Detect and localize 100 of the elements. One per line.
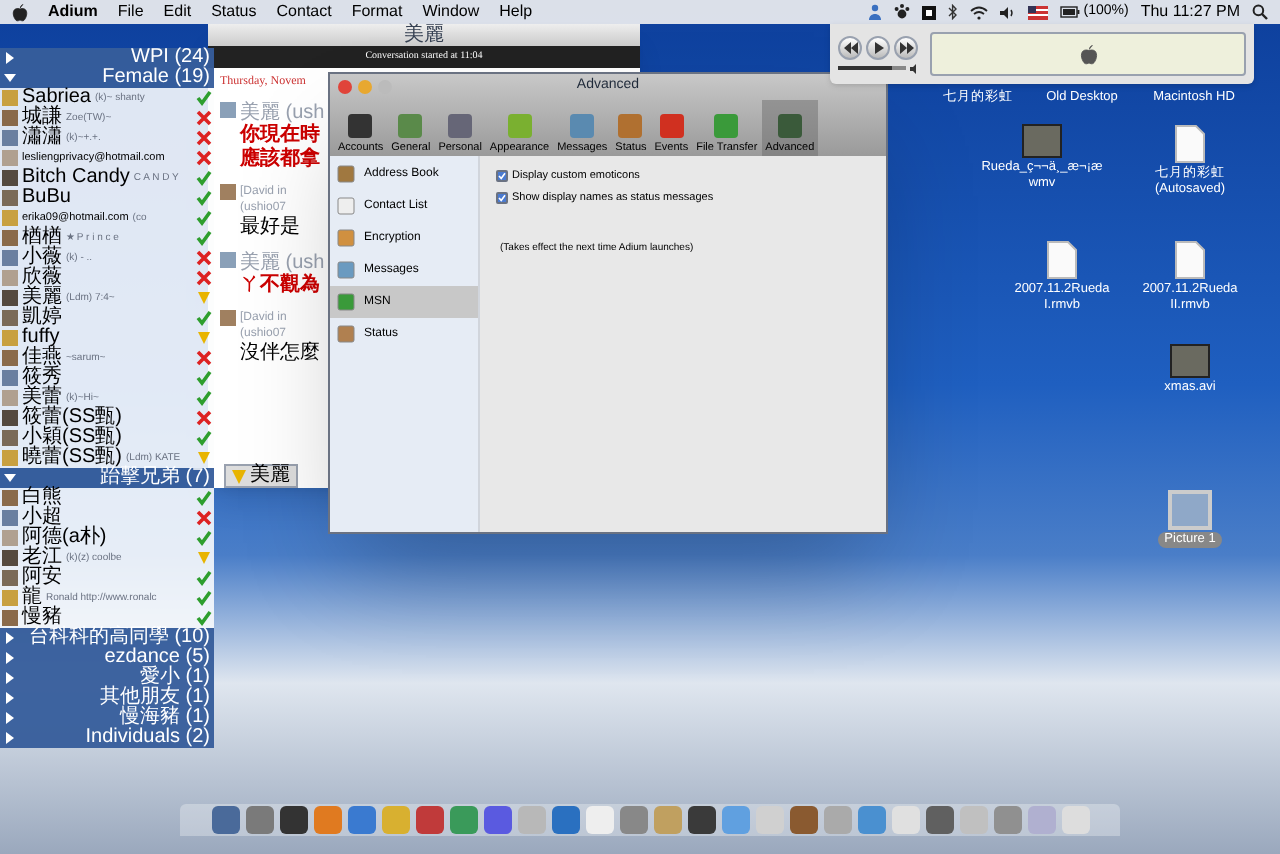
contact-name: 楢楢 xyxy=(22,228,62,248)
group-header[interactable]: 慢海豬 (1) xyxy=(0,708,214,728)
contact-row[interactable]: BuBu xyxy=(0,188,214,208)
group-header[interactable]: 其他朋友 (1) xyxy=(0,688,214,708)
group-name: 跆擊兄弟 (7) xyxy=(100,468,210,488)
search-icon[interactable] xyxy=(1252,4,1268,20)
bluetooth-icon[interactable] xyxy=(947,4,958,20)
dock-app-icon[interactable] xyxy=(789,806,817,834)
message-text: 應該都拿 xyxy=(240,148,322,172)
avatar-placeholder xyxy=(220,310,236,326)
next-button[interactable] xyxy=(894,35,918,59)
video-thumbnail-placeholder xyxy=(1022,124,1062,158)
previous-button[interactable] xyxy=(838,35,862,59)
group-header[interactable]: 愛小 (1) xyxy=(0,668,214,688)
menu-item[interactable]: Status xyxy=(211,2,257,22)
speaker-icon[interactable] xyxy=(999,5,1016,19)
dock-app-icon[interactable] xyxy=(687,806,715,834)
preference-pane-icon xyxy=(396,112,425,140)
sender-name: 美麗 (ush xyxy=(240,252,325,274)
checkbox[interactable] xyxy=(496,170,508,183)
contact-name: 美麗 xyxy=(22,288,62,308)
battery-icon[interactable] xyxy=(1059,6,1080,18)
sender-name: 美麗 (ush xyxy=(240,102,325,124)
chat-tab[interactable]: 美麗 xyxy=(224,464,298,488)
play-icon xyxy=(871,41,885,53)
contact-name: 白熊 xyxy=(22,488,62,508)
checkbox[interactable] xyxy=(496,192,508,205)
paw-icon[interactable] xyxy=(893,4,910,20)
group-header[interactable]: ezdance (5) xyxy=(0,648,214,668)
apple-logo-icon xyxy=(1079,43,1097,65)
disclosure-triangle-icon[interactable] xyxy=(4,52,16,64)
group-name: WPI (24) xyxy=(131,48,210,68)
avatar-placeholder xyxy=(220,252,236,268)
contact-name: 欣薇 xyxy=(22,268,62,288)
video-thumbnail-placeholder xyxy=(1170,344,1210,378)
disclosure-triangle-icon[interactable] xyxy=(4,692,16,704)
contact-name: 美蕾 xyxy=(22,388,62,408)
disclosure-triangle-icon[interactable] xyxy=(4,732,16,744)
disclosure-triangle-icon[interactable] xyxy=(4,652,16,664)
contact-row[interactable]: 欣薇 xyxy=(0,268,214,288)
person-icon[interactable] xyxy=(867,4,882,20)
menu-item[interactable]: Format xyxy=(351,2,403,22)
dock-app-icon[interactable] xyxy=(211,806,239,834)
avatar-placeholder xyxy=(220,102,236,118)
apple-menu-icon[interactable] xyxy=(12,3,28,21)
menu-item[interactable]: Edit xyxy=(163,2,192,22)
badge-icon xyxy=(232,469,246,483)
disclosure-triangle-icon[interactable] xyxy=(4,672,16,684)
close-button[interactable] xyxy=(338,79,352,93)
contact-row[interactable]: 慢豬 xyxy=(0,608,214,628)
disclosure-triangle-icon[interactable] xyxy=(4,712,16,724)
menu-item[interactable]: Contact xyxy=(276,2,332,22)
menu-item[interactable]: Adium xyxy=(48,2,98,22)
contact-row[interactable]: 阿安 xyxy=(0,568,214,588)
contact-row[interactable]: 筱秀 xyxy=(0,368,214,388)
dock-app-icon[interactable] xyxy=(925,806,953,834)
contact-row[interactable]: 小超 xyxy=(0,508,214,528)
preference-pane-icon xyxy=(775,112,804,140)
group-header[interactable]: 跆擊兄弟 (7) xyxy=(0,468,214,488)
contact-name: 龍 xyxy=(22,588,42,608)
square-icon[interactable] xyxy=(921,5,936,19)
disclosure-triangle-icon[interactable] xyxy=(4,72,16,84)
menu-item[interactable]: Window xyxy=(422,2,480,22)
document-icon xyxy=(1174,240,1206,280)
clock[interactable]: Thu 11:27 PM xyxy=(1140,0,1240,24)
group-name: Female (19) xyxy=(102,68,210,88)
disclosure-triangle-icon[interactable] xyxy=(4,632,16,644)
menu-item[interactable]: File xyxy=(117,2,144,22)
contact-row[interactable]: 筱蕾(SS甄) xyxy=(0,408,214,428)
document-icon xyxy=(1046,240,1078,280)
group-name: Individuals (2) xyxy=(85,728,210,748)
wifi-icon[interactable] xyxy=(969,5,988,19)
contact-name: 筱蕾(SS甄) xyxy=(22,408,122,428)
menu-item[interactable]: Help xyxy=(499,2,533,22)
group-header[interactable]: Female (19) xyxy=(0,68,214,88)
disclosure-triangle-icon[interactable] xyxy=(4,472,16,484)
contact-name: 小穎(SS甄) xyxy=(22,428,122,448)
contact-name: 瀟瀟 xyxy=(22,128,62,148)
contact-name: 慢豬 xyxy=(22,608,62,628)
contact-name: 老江 xyxy=(22,548,62,568)
flag-icon[interactable] xyxy=(1027,5,1048,19)
preference-pane-icon xyxy=(712,112,741,140)
play-button[interactable] xyxy=(866,35,890,59)
group-name: 愛小 (1) xyxy=(140,668,210,688)
contact-row[interactable]: 白熊 xyxy=(0,488,214,508)
contact-name: BuBu xyxy=(22,188,71,208)
group-header[interactable]: WPI (24) xyxy=(0,48,214,68)
dock-app-icon[interactable] xyxy=(279,806,307,834)
fast-forward-icon xyxy=(899,41,913,53)
contact-row[interactable]: 小穎(SS甄) xyxy=(0,428,214,448)
contact-row[interactable]: 凱婷 xyxy=(0,308,214,328)
dock-app-icon[interactable] xyxy=(415,806,443,834)
contact-name: 阿德(a朴) xyxy=(22,528,107,548)
group-header[interactable]: Individuals (2) xyxy=(0,728,214,748)
contact-row[interactable]: 阿德(a朴) xyxy=(0,528,214,548)
contact-name: 阿安 xyxy=(22,568,62,588)
contact-row[interactable]: fuffy xyxy=(0,328,214,348)
avatar-placeholder xyxy=(220,184,236,200)
contact-name: 筱秀 xyxy=(22,368,62,388)
preference-pane-icon xyxy=(657,112,686,140)
